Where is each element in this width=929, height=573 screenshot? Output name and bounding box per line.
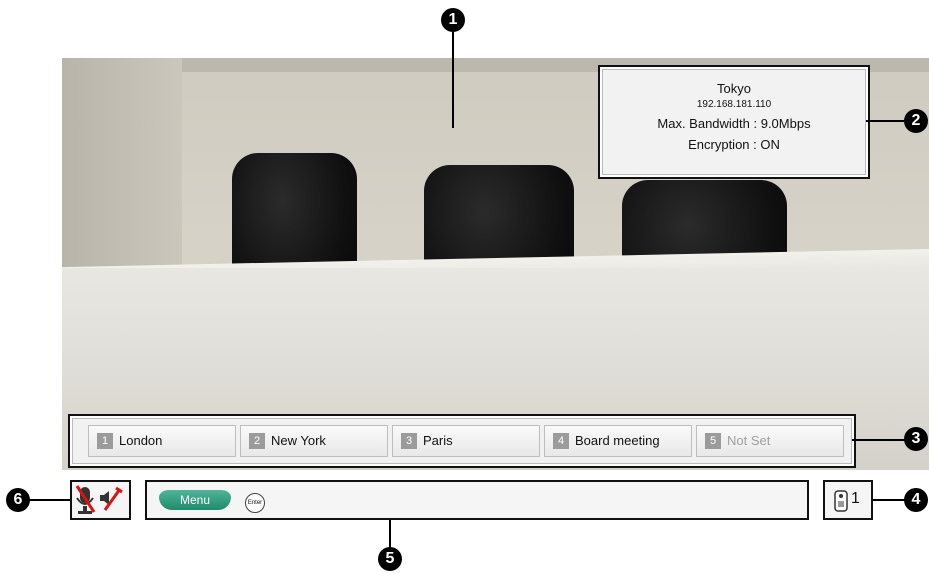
preset-label: London [119,433,163,448]
site-encryption: Encryption : ON [688,137,780,152]
guide-bar: Menu Enter [145,480,809,520]
preset-number: 2 [249,433,265,449]
preset-button-4[interactable]: 4 Board meeting [544,425,692,457]
site-max-bandwidth: Max. Bandwidth : 9.0Mbps [657,116,811,131]
callout-3: 3 [904,427,928,451]
site-info-panel: Tokyo 192.168.181.110 Max. Bandwidth : 9… [598,65,870,179]
enter-icon[interactable]: Enter [245,493,265,513]
preset-label: New York [271,433,326,448]
preset-button-3[interactable]: 3 Paris [392,425,540,457]
callout-2-leader [866,120,908,122]
preset-number: 4 [553,433,569,449]
camera-presets-bar: 1 London 2 New York 3 Paris 4 Board meet… [68,414,856,468]
callout-6-leader [28,499,70,501]
callout-5-leader [389,520,391,550]
remote-id-number: 1 [851,490,860,507]
callout-3-leader [852,439,908,441]
remote-id-panel: 1 [823,480,873,520]
menu-button[interactable]: Menu [159,490,231,510]
preset-label: Not Set [727,433,771,448]
preset-button-1[interactable]: 1 London [88,425,236,457]
preset-number: 5 [705,433,721,449]
callout-6: 6 [6,488,30,512]
preset-label: Board meeting [575,433,660,448]
callout-4-leader [873,499,908,501]
preset-number: 3 [401,433,417,449]
callout-5: 5 [378,547,402,571]
callout-4: 4 [904,488,928,512]
callout-1: 1 [441,8,465,32]
preset-button-5[interactable]: 5 Not Set [696,425,844,457]
preset-label: Paris [423,433,453,448]
callout-1-leader [452,32,454,128]
mute-status-panel [70,480,131,520]
preset-button-2[interactable]: 2 New York [240,425,388,457]
callout-2: 2 [904,109,928,133]
speaker-muted-icon [100,486,123,511]
site-name: Tokyo [717,81,751,96]
remote-control-icon [834,490,848,512]
preset-number: 1 [97,433,113,449]
site-ip-address: 192.168.181.110 [696,99,772,110]
